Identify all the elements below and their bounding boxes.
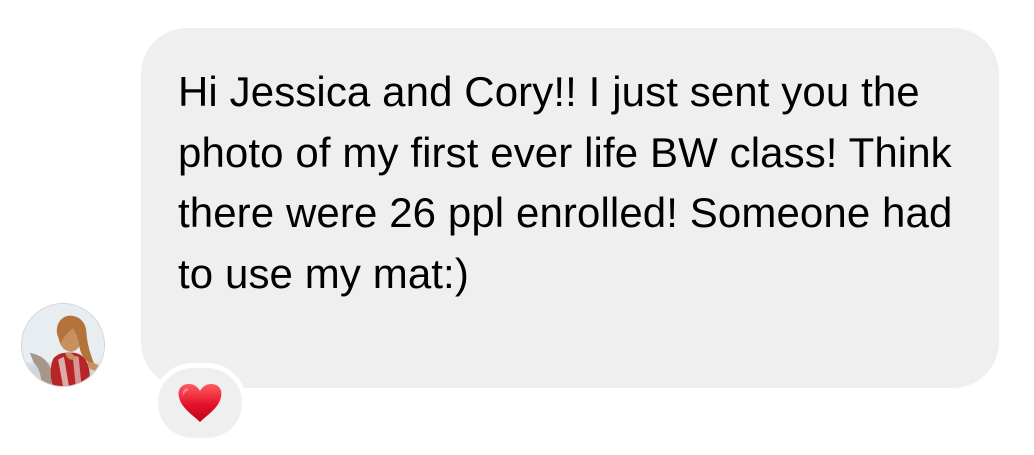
red-heart-icon [178, 384, 222, 422]
heart-reaction[interactable] [153, 363, 247, 443]
message-row: Hi Jessica and Cory!! I just sent you th… [0, 0, 1034, 455]
avatar-photo [22, 304, 104, 386]
avatar[interactable] [21, 303, 105, 387]
message-text: Hi Jessica and Cory!! I just sent you th… [178, 68, 953, 297]
message-bubble[interactable]: Hi Jessica and Cory!! I just sent you th… [141, 28, 999, 388]
